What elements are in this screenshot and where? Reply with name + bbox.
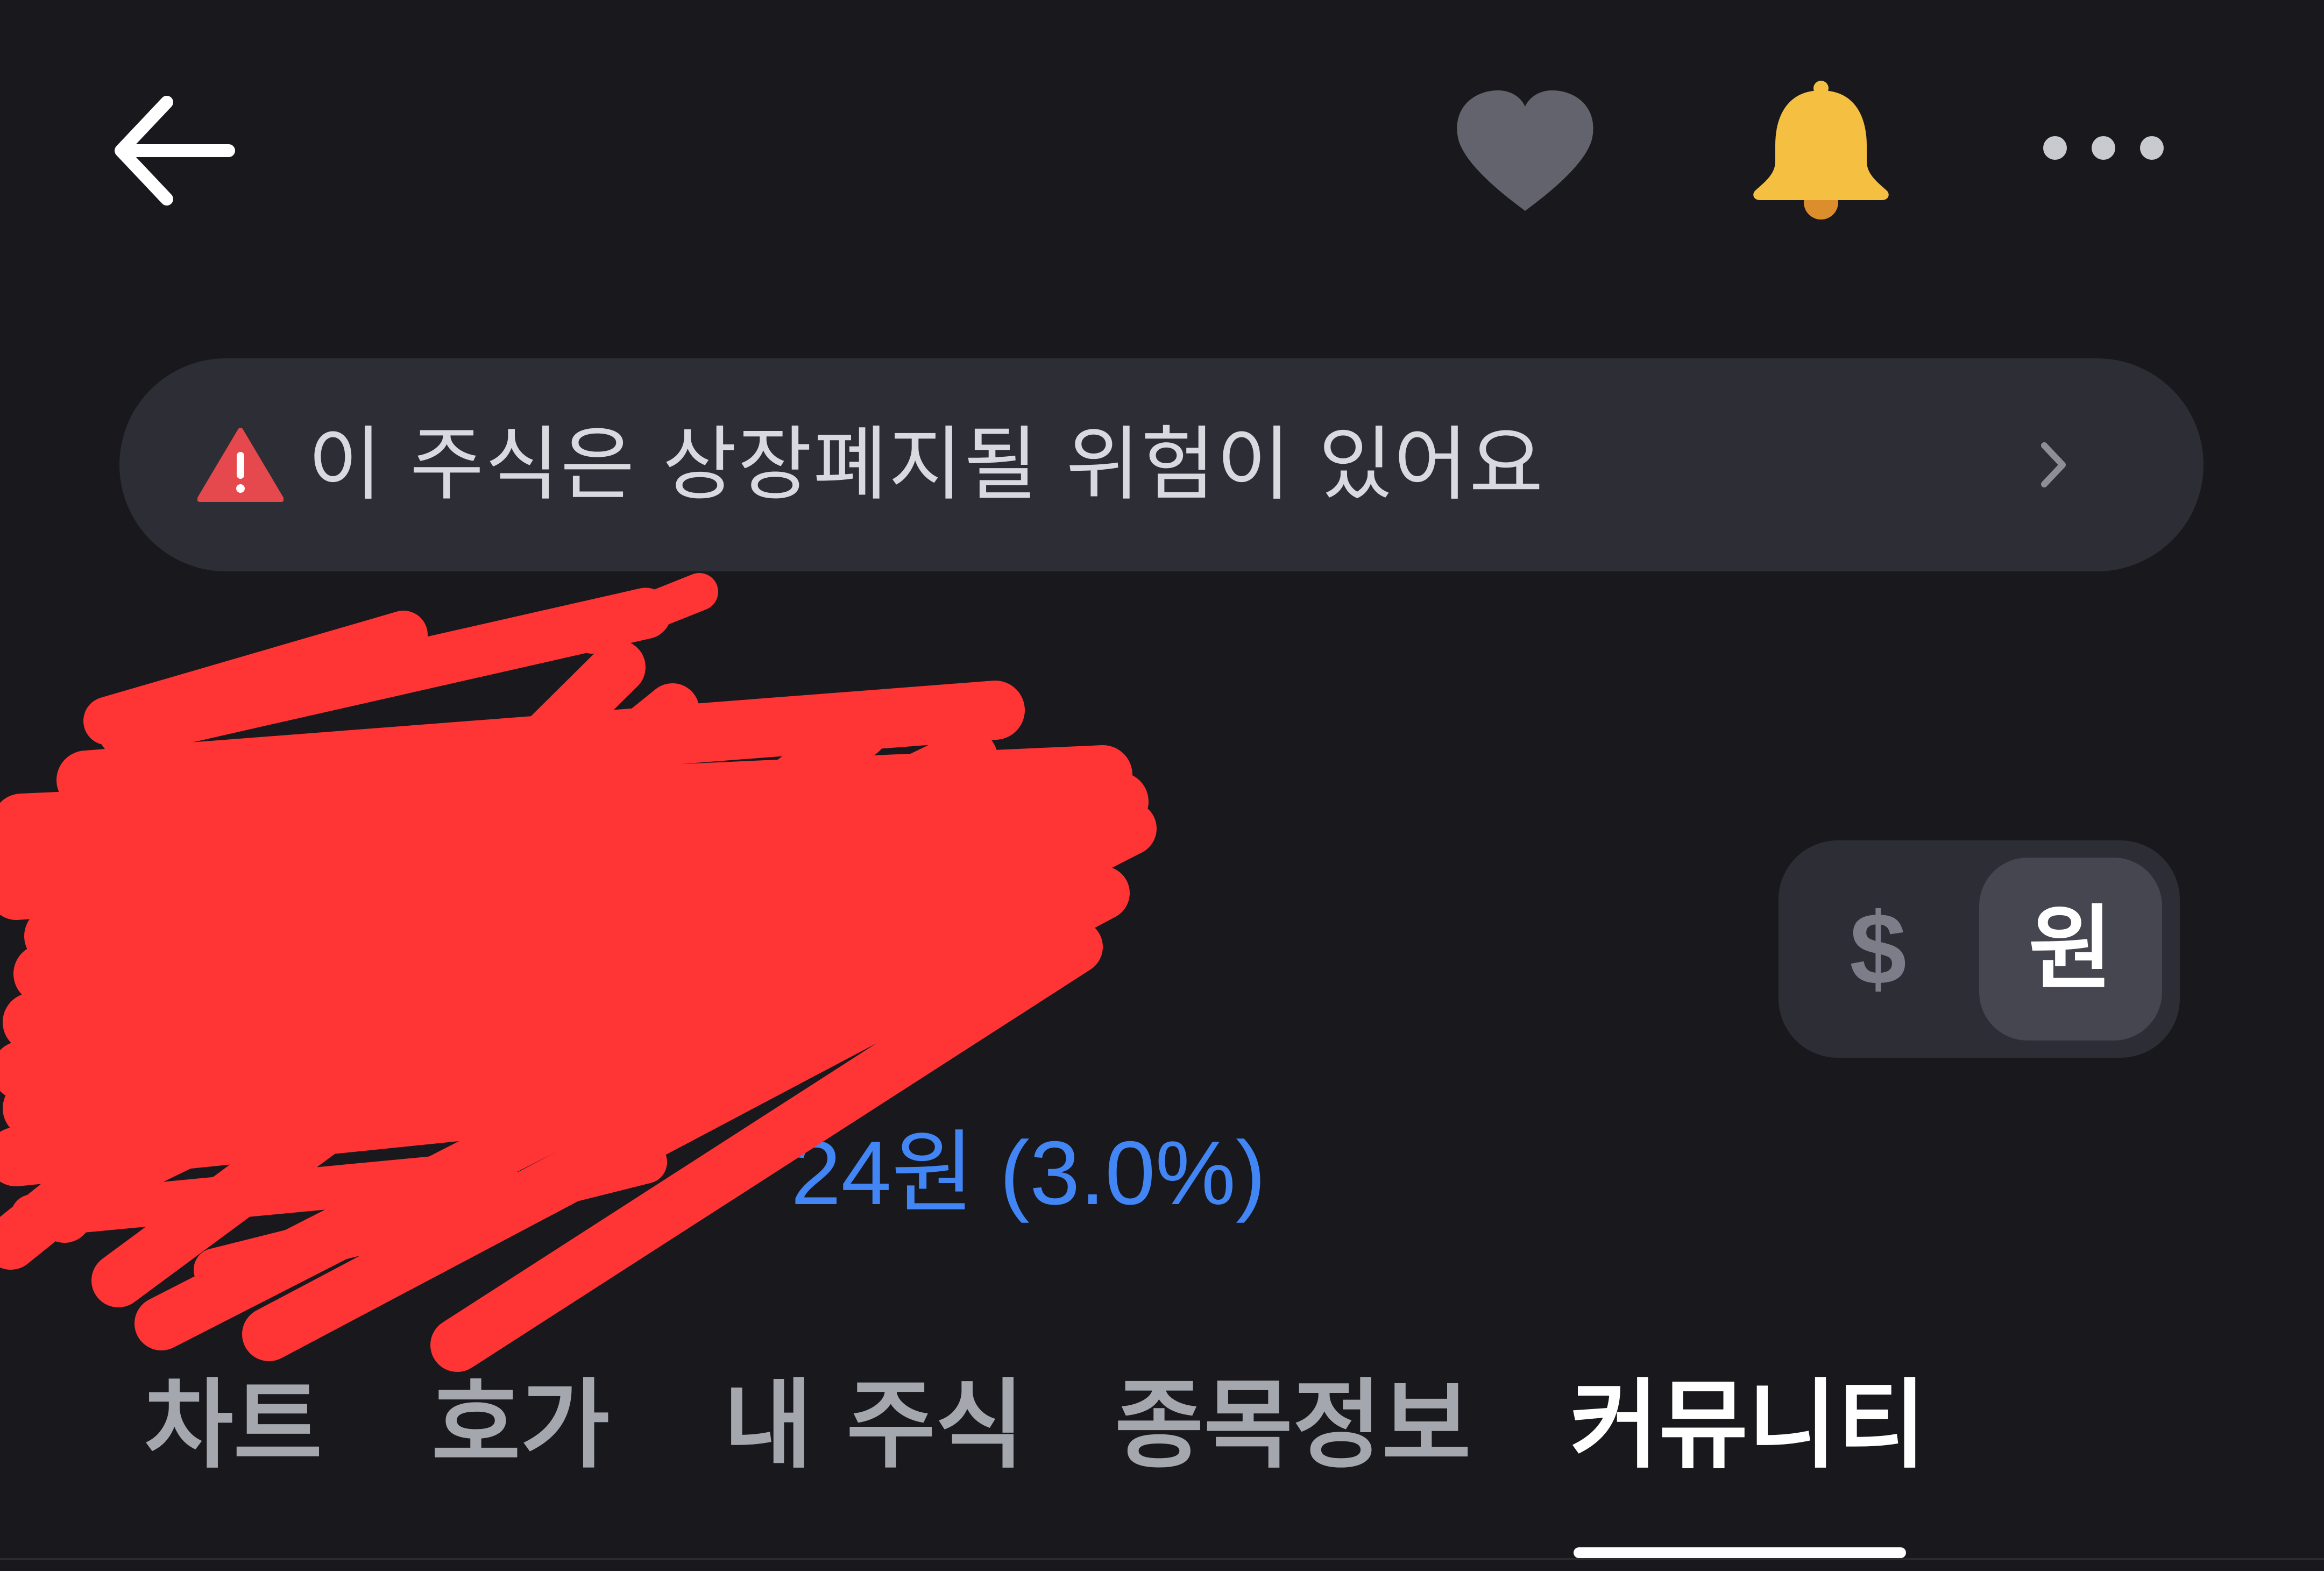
price-alert-button[interactable] <box>1748 81 1894 221</box>
divider <box>0 1558 2324 1560</box>
tab-community[interactable]: 커뮤니티 <box>1570 1356 1926 1496</box>
more-button[interactable] <box>2039 124 2168 172</box>
warning-text: 이 주식은 상장폐지될 위험이 있어요 <box>308 418 1544 512</box>
tab-stock-info[interactable]: 종목정보 <box>1115 1356 1471 1496</box>
currency-won-option[interactable]: 원 <box>1979 858 2162 1041</box>
delisting-warning-banner[interactable]: 이 주식은 상장폐지될 위험이 있어요 <box>119 358 2203 571</box>
currency-toggle[interactable]: $ 원 <box>1779 840 2180 1058</box>
arrow-left-icon <box>115 96 235 206</box>
chevron-right-icon <box>2035 438 2072 492</box>
active-tab-indicator <box>1574 1547 1906 1558</box>
more-horizontal-icon <box>2043 136 2164 160</box>
warning-triangle-icon <box>197 427 284 503</box>
favorite-button[interactable] <box>1452 86 1598 215</box>
tab-order-book[interactable]: 호가 <box>431 1356 610 1496</box>
currency-dollar-option[interactable]: $ <box>1779 840 1978 1058</box>
tab-my-stock[interactable]: 내 주식 <box>724 1356 1024 1496</box>
back-button[interactable] <box>108 91 237 210</box>
tab-chart[interactable]: 차트 <box>144 1356 322 1496</box>
heart-icon <box>1457 90 1593 211</box>
redaction-scribble <box>0 573 1157 1372</box>
bell-icon <box>1753 81 1889 220</box>
